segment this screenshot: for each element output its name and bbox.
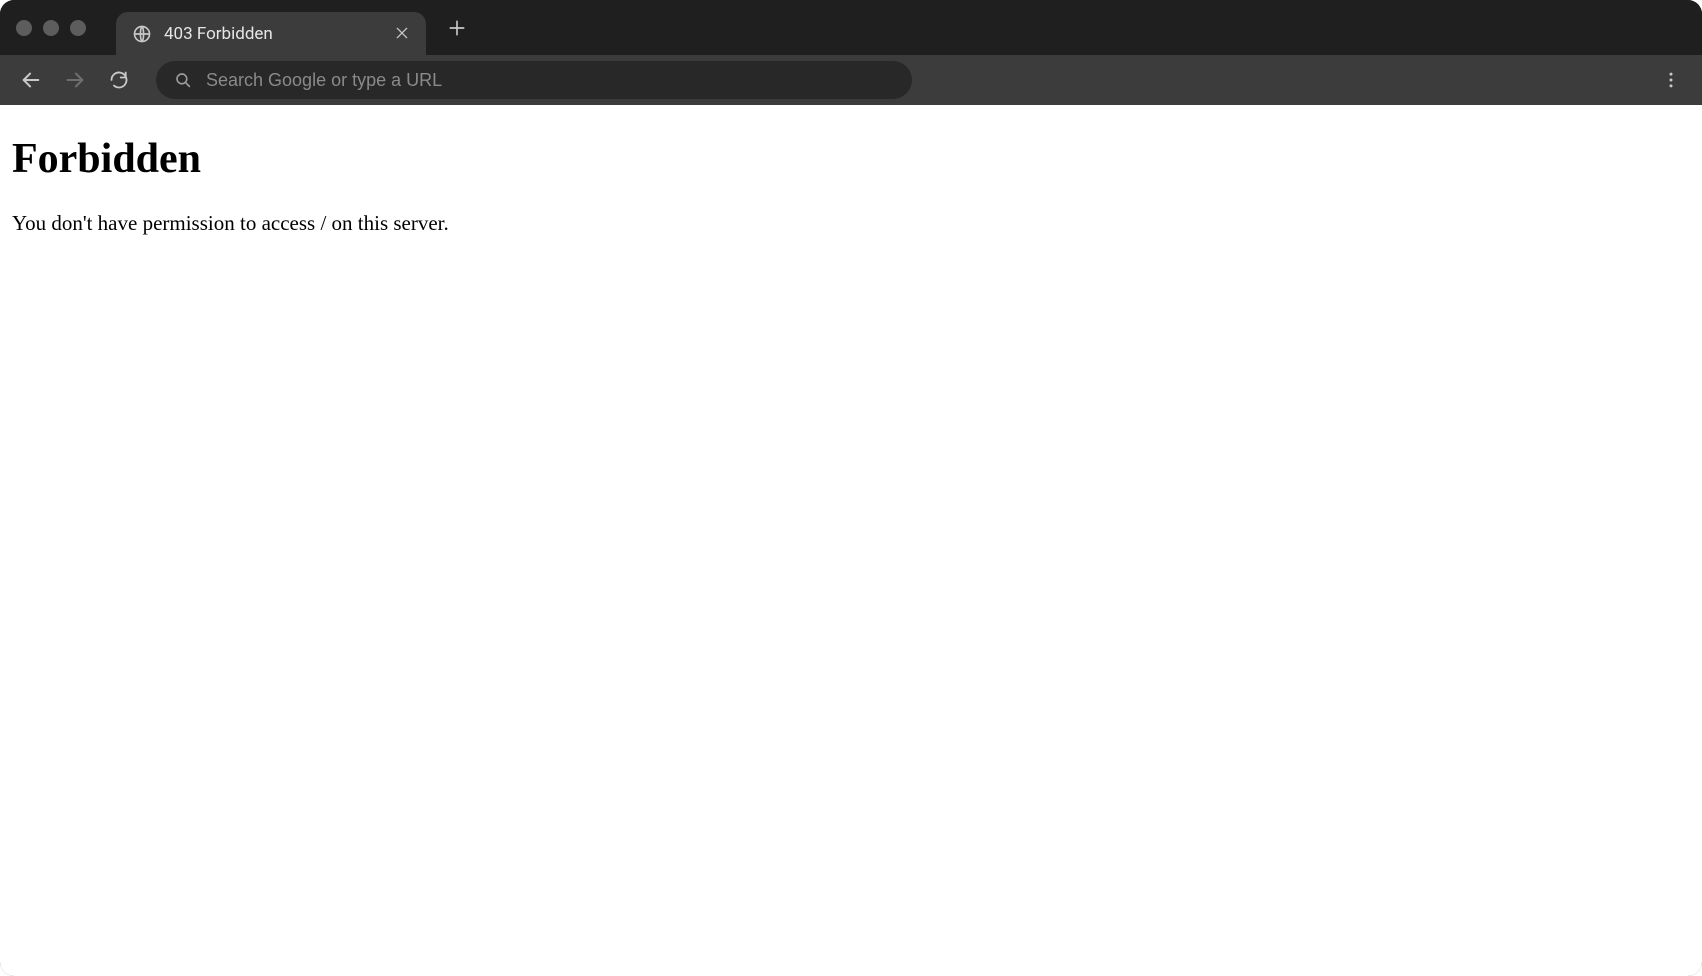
window-maximize-button[interactable] [70,20,86,36]
globe-icon [132,24,152,44]
toolbar [0,55,1702,105]
window-minimize-button[interactable] [43,20,59,36]
tab-close-button[interactable] [394,25,412,43]
new-tab-button[interactable] [440,11,474,45]
address-bar[interactable] [156,61,912,99]
window-close-button[interactable] [16,20,32,36]
browser-menu-button[interactable] [1652,61,1690,99]
page-message: You don't have permission to access / on… [12,211,1690,236]
forward-button[interactable] [56,61,94,99]
search-icon [174,71,192,89]
tab-bar: 403 Forbidden [0,0,1702,55]
address-input[interactable] [206,70,894,91]
browser-tab[interactable]: 403 Forbidden [116,12,426,56]
browser-window: 403 Forbidden [0,0,1702,976]
reload-button[interactable] [100,61,138,99]
window-controls [10,20,96,36]
back-button[interactable] [12,61,50,99]
page-content: Forbidden You don't have permission to a… [0,105,1702,976]
page-heading: Forbidden [12,135,1690,183]
tab-title: 403 Forbidden [164,24,382,44]
